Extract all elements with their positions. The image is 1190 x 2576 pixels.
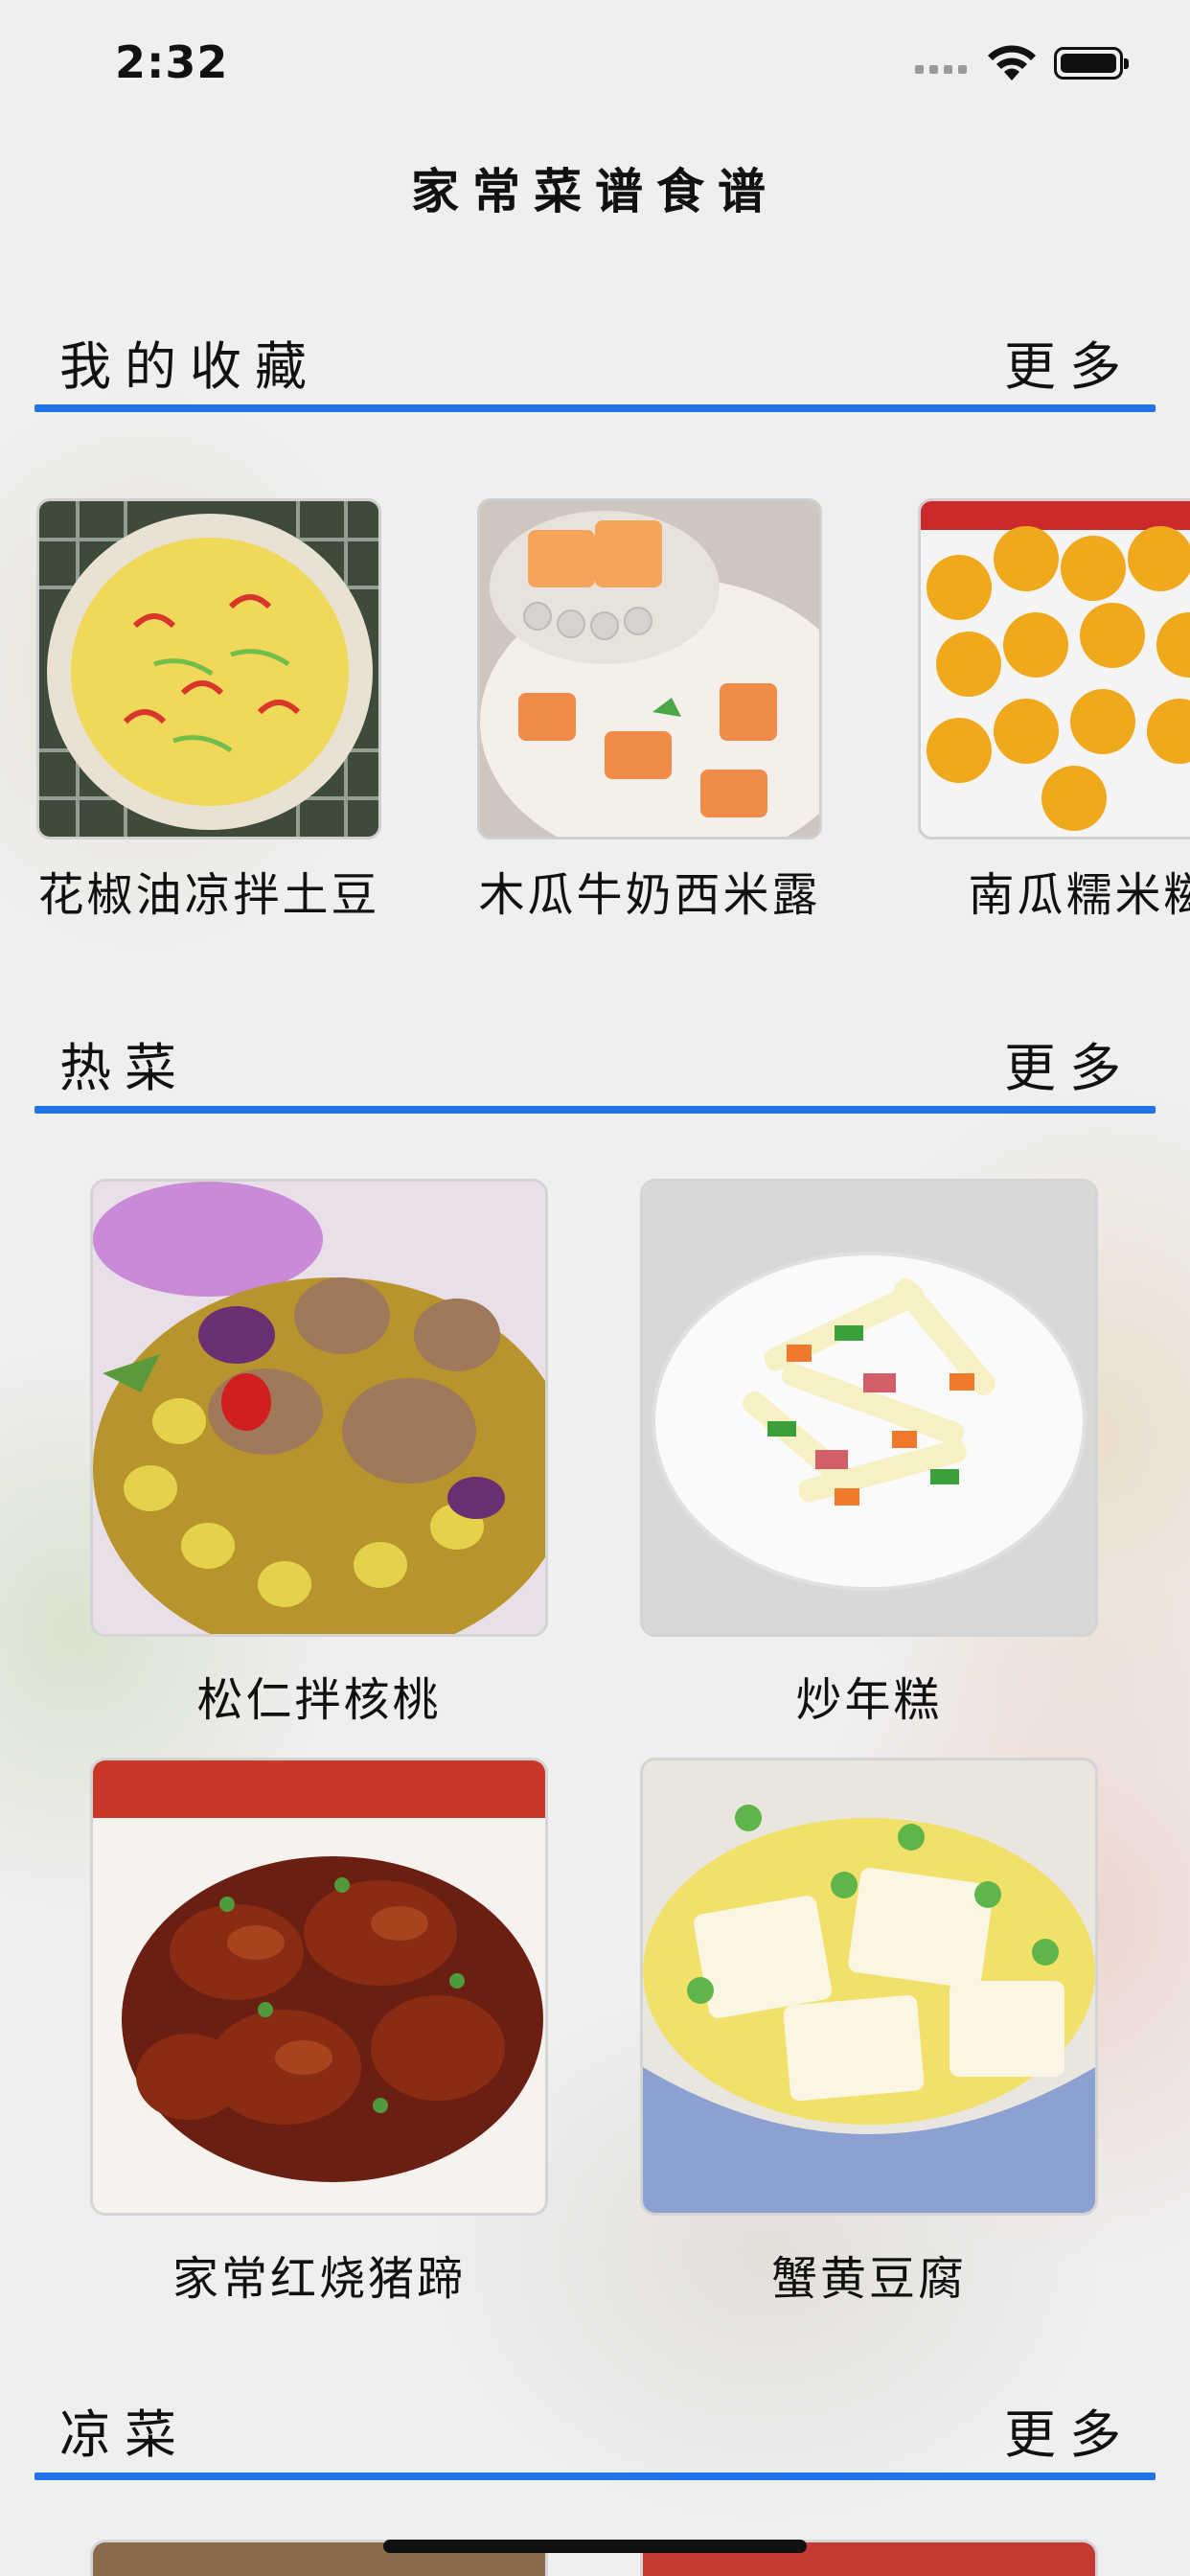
page-title: 家常菜谱食谱 [411, 164, 779, 219]
status-bar: 2:32 [0, 0, 1190, 125]
section-header-cold: 凉菜 更多 [34, 2375, 1156, 2480]
dish-image [640, 1179, 1098, 1637]
section-divider [34, 1106, 1156, 1114]
status-time: 2:32 [115, 36, 229, 88]
section-title-hot: 热菜 [59, 1038, 190, 1098]
dish-name: 家常红烧猪蹄 [172, 2252, 466, 2306]
dish-card[interactable]: 松仁拌核桃 [90, 1179, 548, 1729]
more-button-favorites[interactable]: 更多 [1004, 324, 1134, 400]
dish-name: 松仁拌核桃 [196, 1673, 442, 1727]
section-title-cold: 凉菜 [59, 2404, 190, 2465]
cellular-signal-icon [915, 65, 967, 74]
section-divider [34, 2472, 1156, 2480]
battery-icon [1054, 47, 1129, 80]
dish-image [36, 498, 381, 840]
dish-card[interactable]: 炒年糕 [640, 1179, 1098, 1729]
more-button-cold[interactable]: 更多 [1004, 2392, 1134, 2468]
section-header-favorites: 我的收藏 更多 [34, 307, 1156, 412]
dish-card[interactable]: 蟹黄豆腐 [640, 1758, 1098, 2308]
dish-image [640, 1758, 1098, 2216]
favorite-name: 南瓜糯米糍 [968, 868, 1190, 922]
favorite-card[interactable]: 花椒油凉拌土豆 [36, 498, 381, 924]
favorite-card[interactable]: 南瓜糯米糍 [918, 498, 1190, 924]
section-title-favorites: 我的收藏 [59, 336, 320, 397]
section-divider [34, 404, 1156, 412]
home-indicator[interactable] [383, 2540, 807, 2553]
favorite-name: 花椒油凉拌土豆 [37, 868, 380, 922]
dish-image [90, 1179, 548, 1637]
favorite-name: 木瓜牛奶西米露 [478, 868, 821, 922]
section-header-hot: 热菜 更多 [34, 1008, 1156, 1114]
wifi-icon [988, 45, 1036, 80]
favorites-carousel[interactable]: 花椒油凉拌土豆 木瓜牛奶西米露 南瓜糯米糍 [36, 498, 1190, 930]
dish-name: 蟹黄豆腐 [770, 2252, 967, 2306]
dish-card[interactable]: 家常红烧猪蹄 [90, 1758, 548, 2308]
dish-image [477, 498, 822, 840]
dish-name: 炒年糕 [795, 1673, 943, 1727]
more-button-hot[interactable]: 更多 [1004, 1025, 1134, 1101]
dish-image [918, 498, 1190, 840]
favorite-card[interactable]: 木瓜牛奶西米露 [477, 498, 822, 924]
dish-image [90, 1758, 548, 2216]
